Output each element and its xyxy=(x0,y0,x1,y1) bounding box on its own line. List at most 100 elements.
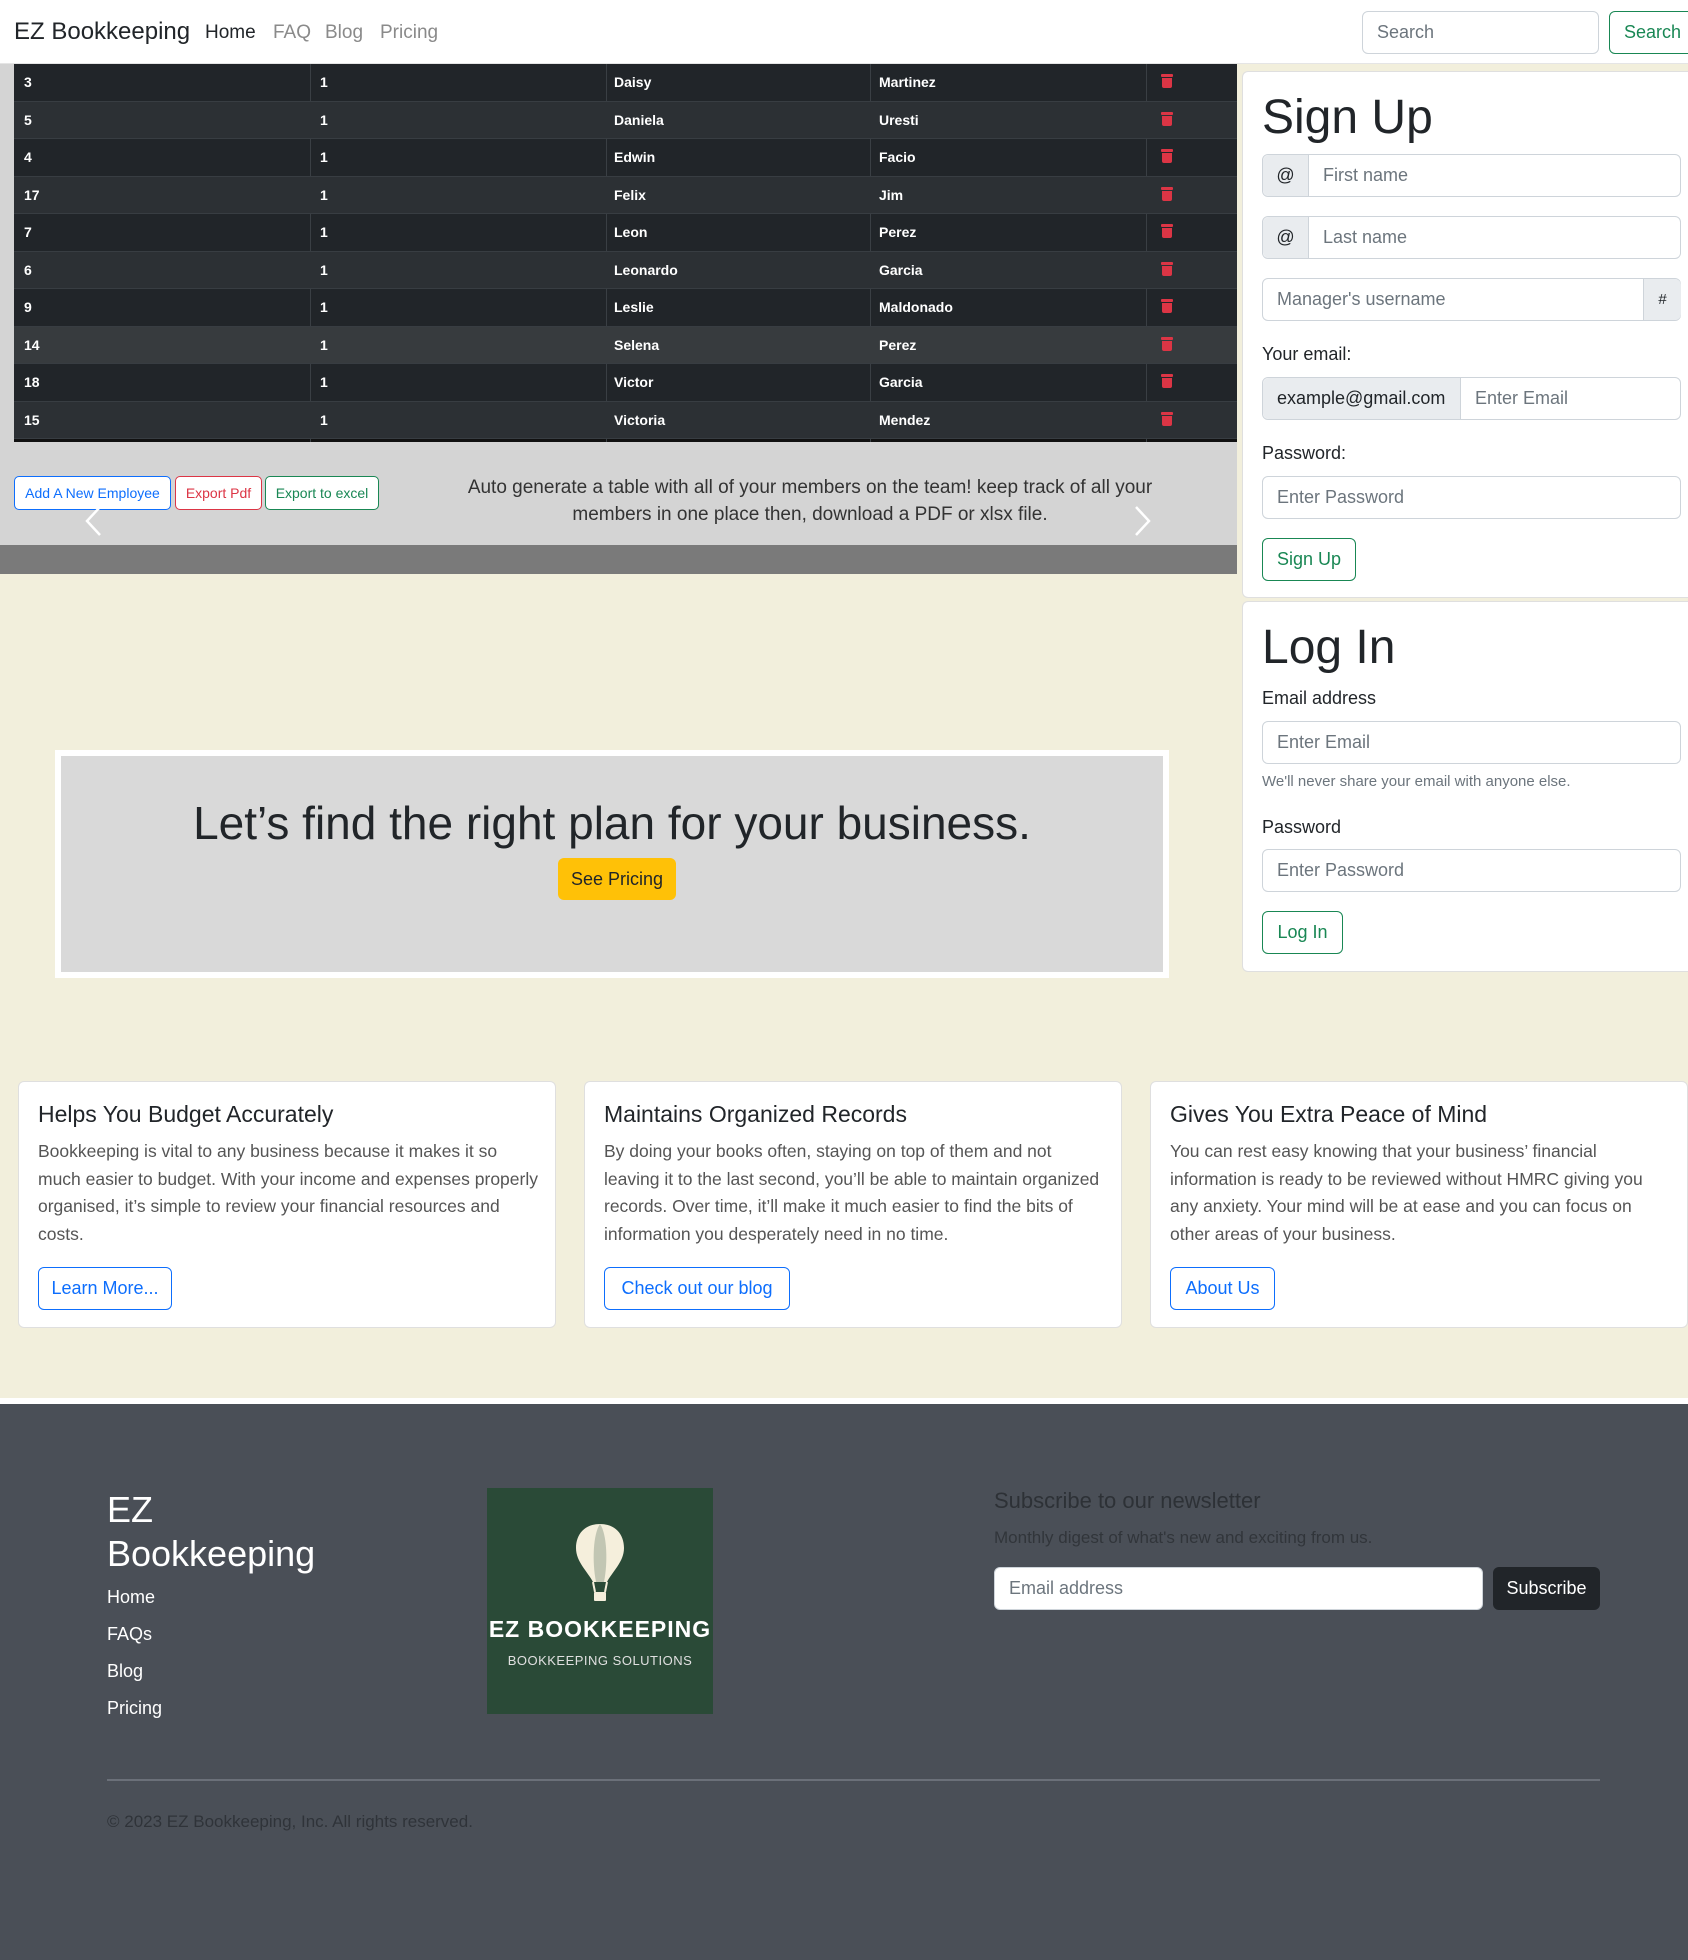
footer-link-pricing[interactable]: Pricing xyxy=(107,1698,162,1719)
employee-last-name: Garcia xyxy=(879,374,923,390)
employee-first-name: Victoria xyxy=(614,411,666,428)
employee-first-name: Victor xyxy=(614,374,654,390)
card-title: Helps You Budget Accurately xyxy=(38,1101,334,1127)
about-us-button[interactable]: About Us xyxy=(1170,1267,1275,1310)
table-row: 3 1 Daisy Martinez xyxy=(14,64,1237,102)
employee-id: 6 xyxy=(24,261,32,278)
table-row: 4 1 Edwin Facio xyxy=(14,139,1237,177)
employee-last-name: Mendez xyxy=(879,411,931,428)
signup-password-field[interactable]: Enter Password xyxy=(1262,476,1681,519)
card-title: Maintains Organized Records xyxy=(604,1101,907,1127)
login-password-label: Password xyxy=(1262,817,1342,837)
newsletter-email-input[interactable]: Email address xyxy=(994,1567,1483,1610)
trash-icon[interactable] xyxy=(1161,74,1173,88)
footer-brand: EZ Bookkeeping xyxy=(107,1489,316,1574)
employee-manager: 1 xyxy=(320,374,328,390)
trash-icon[interactable] xyxy=(1161,261,1173,276)
feature-card-budget: Helps You Budget Accurately Bookkeeping … xyxy=(18,1081,556,1328)
nav-link-pricing[interactable]: Pricing xyxy=(380,22,438,44)
export-pdf-button[interactable]: Export Pdf xyxy=(175,476,262,510)
table-row: 17 1 Felix Jim xyxy=(14,176,1237,214)
nav-link-faq[interactable]: FAQ xyxy=(273,22,311,44)
login-button[interactable]: Log In xyxy=(1262,911,1343,954)
login-email-label: Email address xyxy=(1262,688,1377,708)
nav-link-home[interactable]: Home xyxy=(205,22,256,44)
card-text: By doing your books often, staying on to… xyxy=(604,1141,1100,1244)
employee-id: 14 xyxy=(24,336,40,353)
trash-icon[interactable] xyxy=(1161,149,1173,163)
trash-icon[interactable] xyxy=(1161,299,1173,313)
employee-manager: 1 xyxy=(320,224,328,240)
employee-first-name: Selena xyxy=(614,336,660,353)
employee-first-name: Leonardo xyxy=(614,261,678,278)
trash-icon[interactable] xyxy=(1161,111,1173,126)
signup-password-placeholder: Enter Password xyxy=(1277,487,1405,507)
employee-manager: 1 xyxy=(320,74,328,90)
footer-link-faqs[interactable]: FAQs xyxy=(107,1624,152,1645)
employee-id: 7 xyxy=(24,224,32,240)
navbar: EZ Bookkeeping Home FAQ Blog Pricing Sea… xyxy=(0,0,1688,64)
manager-username-field[interactable]: Manager's username # xyxy=(1262,278,1681,321)
employee-first-name: Felix xyxy=(614,186,646,203)
at-addon: @ xyxy=(1263,217,1309,258)
chevron-right-icon[interactable] xyxy=(1132,504,1154,538)
email-label: Your email: xyxy=(1262,344,1352,364)
employee-last-name: Uresti xyxy=(879,111,919,128)
learn-more-button[interactable]: Learn More... xyxy=(38,1267,172,1310)
logo-title: EZ BOOKKEEPING xyxy=(488,1616,712,1642)
employee-manager: 1 xyxy=(320,411,328,428)
card-title: Gives You Extra Peace of Mind xyxy=(1170,1101,1488,1127)
trash-icon[interactable] xyxy=(1161,411,1173,426)
employee-last-name: Jim xyxy=(879,186,904,203)
footer-link-home[interactable]: Home xyxy=(107,1587,155,1608)
navbar-brand[interactable]: EZ Bookkeeping xyxy=(14,18,190,46)
subscribe-button[interactable]: Subscribe xyxy=(1493,1567,1600,1610)
first-name-field[interactable]: @ First name xyxy=(1262,154,1681,197)
trash-icon[interactable] xyxy=(1161,336,1173,351)
first-name-placeholder: First name xyxy=(1323,165,1409,185)
manager-username-placeholder: Manager's username xyxy=(1277,289,1446,309)
signup-email-field[interactable]: example@gmail.com Enter Email xyxy=(1262,377,1681,420)
employee-id: 5 xyxy=(24,111,32,128)
employee-first-name: Daisy xyxy=(614,74,652,90)
pricing-promo: Let’s find the right plan for your busin… xyxy=(55,750,1169,978)
copyright: © 2023 EZ Bookkeeping, Inc. All rights r… xyxy=(107,1812,473,1831)
table-row: 6 1 Leonardo Garcia xyxy=(14,251,1237,289)
see-pricing-button[interactable]: See Pricing xyxy=(558,858,676,900)
card-text: You can rest easy knowing that your busi… xyxy=(1170,1141,1643,1244)
at-addon: @ xyxy=(1263,155,1309,196)
employee-manager: 1 xyxy=(320,111,328,128)
export-excel-button[interactable]: Export to excel xyxy=(265,476,379,510)
login-email-placeholder: Enter Email xyxy=(1277,732,1371,752)
employee-id: 15 xyxy=(24,411,40,428)
search-button[interactable]: Search xyxy=(1609,11,1688,54)
hot-air-balloon-icon xyxy=(576,1524,624,1601)
employee-first-name: Edwin xyxy=(614,149,656,165)
employee-manager: 1 xyxy=(320,299,328,315)
table-row: 7 1 Leon Perez xyxy=(14,214,1237,252)
chevron-left-icon[interactable] xyxy=(82,504,104,538)
company-logo: EZ BOOKKEEPING BOOKKEEPING SOLUTIONS xyxy=(487,1488,713,1714)
login-password-field[interactable]: Enter Password xyxy=(1262,849,1681,892)
nav-link-blog[interactable]: Blog xyxy=(325,22,363,44)
table-row: 5 1 Daniela Uresti xyxy=(14,101,1237,139)
promo-title: Let’s find the right plan for your busin… xyxy=(193,797,1031,849)
last-name-placeholder: Last name xyxy=(1323,227,1408,247)
employee-manager: 1 xyxy=(320,261,328,278)
trash-icon[interactable] xyxy=(1161,374,1173,388)
search-input[interactable]: Search xyxy=(1362,11,1599,54)
signup-button[interactable]: Sign Up xyxy=(1262,538,1356,581)
feature-card-peace: Gives You Extra Peace of Mind You can re… xyxy=(1150,1081,1688,1328)
email-domain-addon: example@gmail.com xyxy=(1263,378,1461,419)
footer-link-blog[interactable]: Blog xyxy=(107,1661,143,1682)
employee-manager: 1 xyxy=(320,336,328,353)
employee-last-name: Facio xyxy=(879,149,916,165)
login-email-field[interactable]: Enter Email xyxy=(1262,721,1681,764)
last-name-field[interactable]: @ Last name xyxy=(1262,216,1681,259)
employee-id: 3 xyxy=(24,74,32,90)
employee-first-name: Leon xyxy=(614,224,648,240)
table-row: 18 1 Victor Garcia xyxy=(14,364,1237,402)
blog-button[interactable]: Check out our blog xyxy=(604,1267,790,1310)
trash-icon[interactable] xyxy=(1161,224,1173,238)
trash-icon[interactable] xyxy=(1161,186,1173,201)
